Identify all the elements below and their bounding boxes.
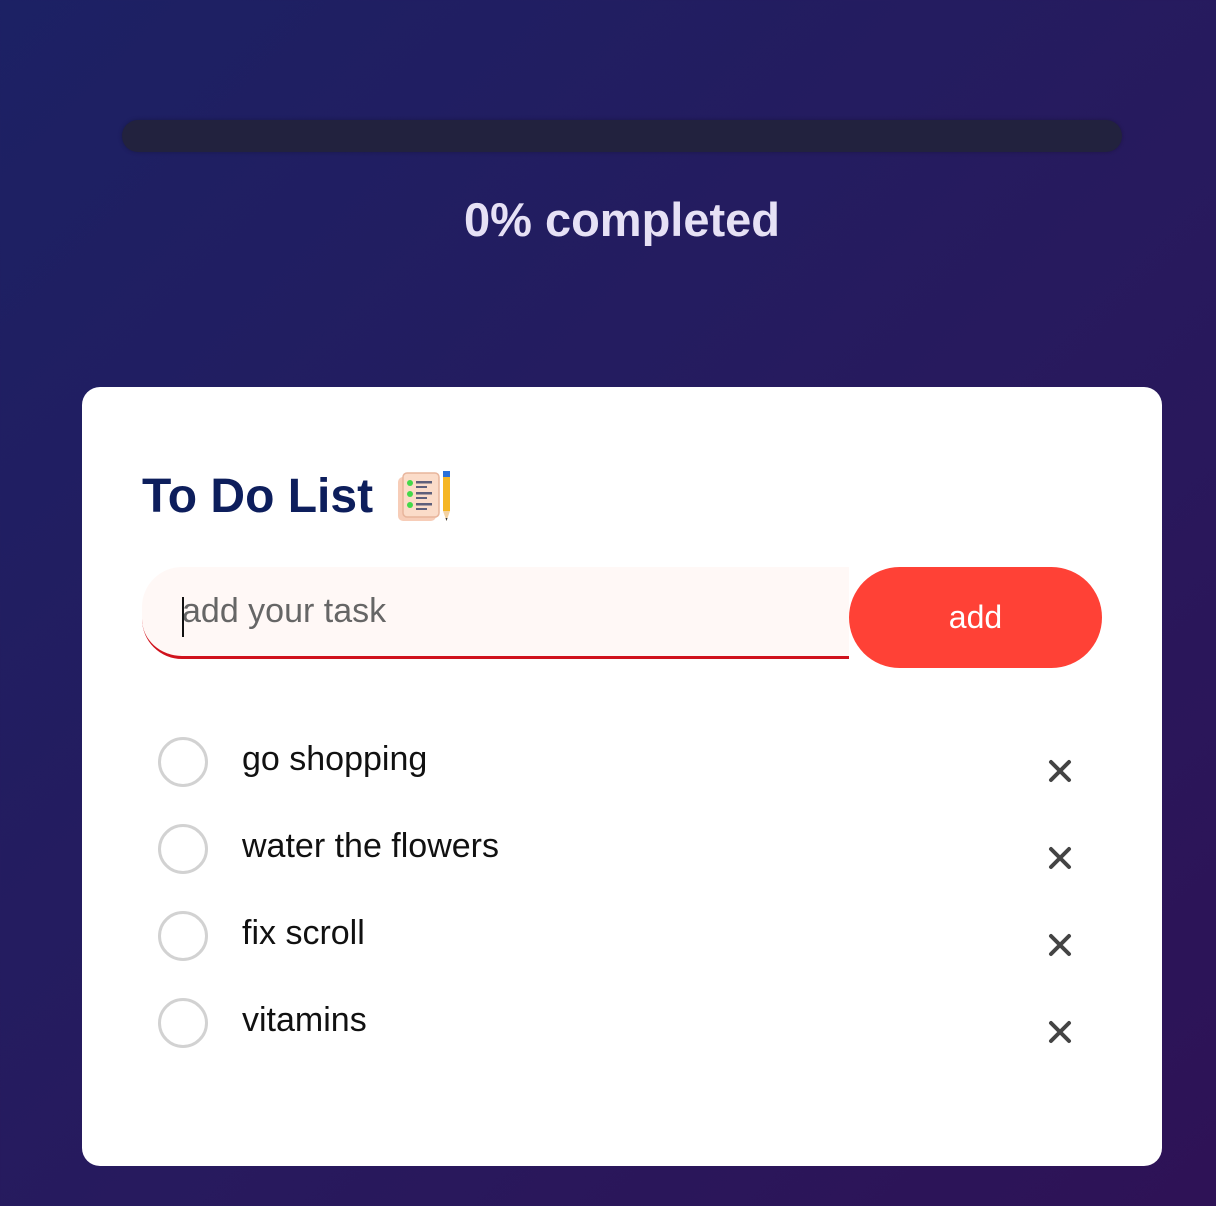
list-item: go shopping	[158, 737, 1078, 824]
close-icon[interactable]	[1044, 929, 1076, 961]
add-task-row: add	[142, 567, 1102, 668]
list-item: vitamins	[158, 998, 1078, 1085]
close-icon[interactable]	[1044, 755, 1076, 787]
task-checkbox[interactable]	[158, 911, 208, 961]
task-text[interactable]: go shopping	[242, 737, 427, 781]
page-title: To Do List	[142, 470, 374, 523]
progress-label: 0% completed	[463, 193, 781, 246]
task-checkbox[interactable]	[158, 737, 208, 787]
notepad-with-pencil-icon	[398, 471, 451, 521]
list-item: water the flowers	[158, 824, 1078, 911]
task-list: go shopping water the flowers fix scroll…	[158, 737, 1078, 1085]
task-text[interactable]: water the flowers	[242, 824, 499, 868]
task-checkbox[interactable]	[158, 998, 208, 1048]
todo-card: To Do List add go shopping	[82, 387, 1162, 1166]
task-checkbox[interactable]	[158, 824, 208, 874]
close-icon[interactable]	[1044, 842, 1076, 874]
add-button[interactable]: add	[849, 567, 1102, 668]
title-row: To Do List	[142, 467, 455, 527]
task-input[interactable]	[142, 567, 849, 659]
progress-bar	[122, 120, 1122, 152]
task-text[interactable]: fix scroll	[242, 911, 365, 955]
list-item: fix scroll	[158, 911, 1078, 998]
close-icon[interactable]	[1044, 1016, 1076, 1048]
task-text[interactable]: vitamins	[242, 998, 367, 1042]
text-caret	[182, 597, 184, 637]
